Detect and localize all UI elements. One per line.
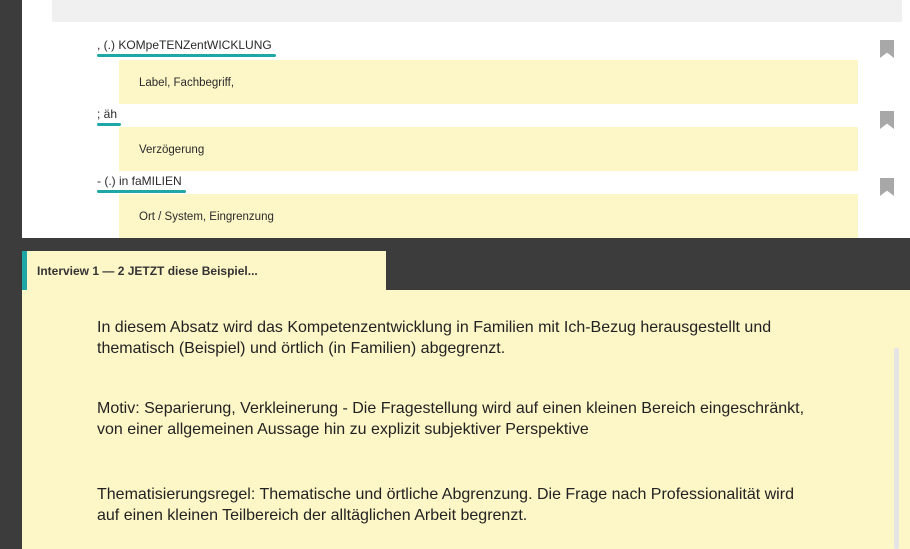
code-label: Ort / System, Eingrenzung <box>139 211 274 223</box>
top-toolbar-strip <box>52 0 902 22</box>
memo-scrollbar[interactable] <box>894 348 899 549</box>
code-annotation[interactable]: Ort / System, Eingrenzung <box>119 194 858 238</box>
segment-underline <box>97 123 122 126</box>
segment-text: ; äh <box>97 107 118 121</box>
transcript-segment[interactable]: ; äh <box>97 107 122 126</box>
segment-underline <box>97 54 276 57</box>
memo-panel[interactable]: In diesem Absatz wird das Kompetenzentwi… <box>22 290 910 549</box>
transcript-segment[interactable]: - (.) in faMILIEN <box>97 174 186 193</box>
bookmark-icon[interactable] <box>880 40 894 58</box>
bookmark-icon[interactable] <box>880 178 894 196</box>
memo-paragraph: In diesem Absatz wird das Kompetenzentwi… <box>97 319 772 357</box>
transcript-segment[interactable]: , (.) KOMpeTENZentWICKLUNG <box>97 38 276 57</box>
code-label: Verzögerung <box>139 144 205 156</box>
segment-text: , (.) KOMpeTENZentWICKLUNG <box>97 38 272 52</box>
bookmark-icon[interactable] <box>880 111 894 129</box>
memo-tab-title: Interview 1 — 2 JETZT diese Beispiel... <box>37 264 258 278</box>
memo-tab[interactable]: Interview 1 — 2 JETZT diese Beispiel... <box>22 251 386 290</box>
segment-text: - (.) in faMILIEN <box>97 174 182 188</box>
segment-underline <box>97 190 186 193</box>
transcript-panel: , (.) KOMpeTENZentWICKLUNG Label, Fachbe… <box>22 0 910 238</box>
code-label: Label, Fachbegriff, <box>139 77 235 89</box>
memo-paragraph: Thematisierungsregel: Thematische und ör… <box>97 486 794 524</box>
memo-paragraph: Motiv: Separierung, Verkleinerung - Die … <box>97 400 805 438</box>
code-annotation[interactable]: Label, Fachbegriff, <box>119 60 858 104</box>
code-annotation[interactable]: Verzögerung <box>119 127 858 171</box>
